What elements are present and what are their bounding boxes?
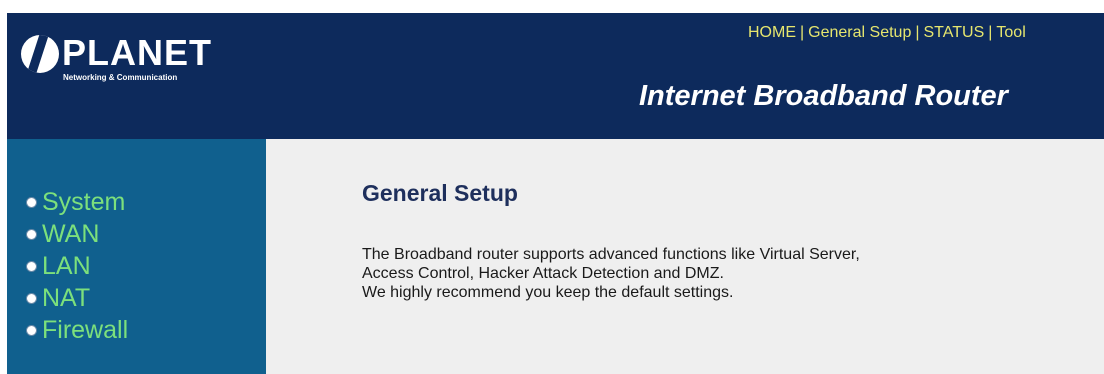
nav-status-link[interactable]: STATUS bbox=[924, 24, 985, 41]
sidebar-item-wan[interactable]: WAN bbox=[26, 218, 128, 250]
header-banner: PLANET Networking & Communication HOME | G… bbox=[7, 13, 1104, 139]
sidebar-item-system[interactable]: System bbox=[26, 186, 128, 218]
bullet-icon bbox=[26, 260, 37, 272]
main-content: General Setup The Broadband router suppo… bbox=[266, 139, 1104, 374]
sidebar-item-label: WAN bbox=[42, 220, 100, 248]
top-nav: HOME | General Setup | STATUS | Tool bbox=[748, 23, 1026, 43]
product-title: Internet Broadband Router bbox=[639, 80, 1008, 112]
nav-home-link[interactable]: HOME bbox=[748, 24, 796, 41]
planet-logo: PLANET Networking & Communication bbox=[21, 32, 221, 85]
sidebar-item-nat[interactable]: NAT bbox=[26, 282, 128, 314]
description-line: Access Control, Hacker Attack Detection … bbox=[362, 265, 724, 282]
sidebar-item-label: Firewall bbox=[42, 316, 129, 344]
sidebar-item-label: System bbox=[42, 188, 126, 216]
bullet-icon bbox=[26, 228, 37, 240]
bullet-icon bbox=[26, 324, 37, 336]
bullet-icon bbox=[26, 196, 37, 208]
page-description: The Broadband router supports advanced f… bbox=[362, 245, 860, 302]
nav-separator: | bbox=[915, 24, 920, 41]
nav-tool-link[interactable]: Tool bbox=[996, 24, 1025, 41]
sidebar: System WAN LAN NAT Firewall bbox=[7, 139, 266, 374]
page-title: General Setup bbox=[362, 180, 518, 206]
nav-separator: | bbox=[988, 24, 993, 41]
bullet-icon bbox=[26, 292, 37, 304]
nav-separator: | bbox=[800, 24, 805, 41]
sidebar-item-lan[interactable]: LAN bbox=[26, 250, 128, 282]
nav-general-setup-link[interactable]: General Setup bbox=[808, 24, 911, 41]
description-line: We highly recommend you keep the default… bbox=[362, 284, 734, 301]
planet-logo-mark bbox=[21, 35, 59, 73]
sidebar-menu: System WAN LAN NAT Firewall bbox=[26, 186, 128, 346]
logo-subtitle: Networking & Communication bbox=[63, 73, 178, 82]
sidebar-item-label: NAT bbox=[42, 284, 91, 312]
router-admin-page: PLANET Networking & Communication HOME | G… bbox=[7, 13, 1104, 374]
sidebar-item-label: LAN bbox=[42, 252, 91, 280]
logo-text: PLANET bbox=[62, 32, 212, 73]
sidebar-item-firewall[interactable]: Firewall bbox=[26, 314, 128, 346]
description-line: The Broadband router supports advanced f… bbox=[362, 246, 860, 263]
